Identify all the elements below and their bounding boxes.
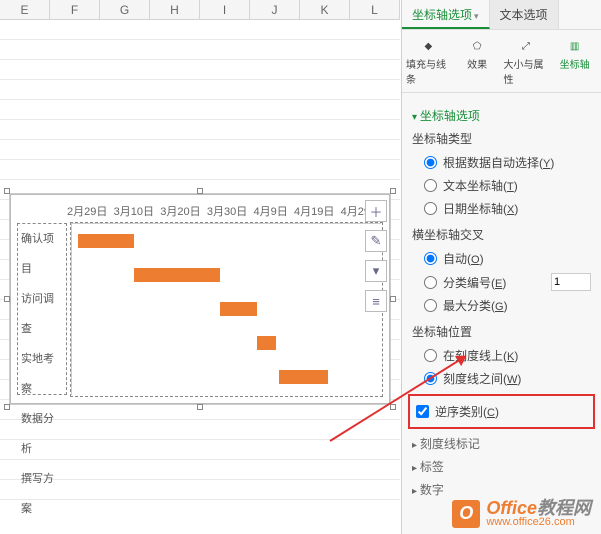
- fill-line-icon: ◆: [416, 36, 440, 56]
- opt-on-tick[interactable]: 在刻度线上(K): [412, 344, 591, 367]
- tab-label: 文本选项: [500, 8, 548, 22]
- col-header[interactable]: L: [350, 0, 400, 19]
- col-header[interactable]: E: [0, 0, 50, 19]
- spreadsheet-grid: E F G H I J K L 2月29日 3月10日 3月20日 3月30日 …: [0, 0, 400, 534]
- chart-bar[interactable]: [220, 302, 257, 316]
- section-labels[interactable]: 标签: [412, 458, 591, 475]
- chart-x-axis[interactable]: 2月29日 3月10日 3月20日 3月30日 4月9日 4月19日 4月29日: [67, 203, 381, 219]
- funnel-icon: ▾: [373, 263, 380, 279]
- group-cross: 横坐标轴交叉: [412, 226, 591, 243]
- tool-effects[interactable]: ⬠ 效果: [455, 36, 500, 86]
- effects-icon: ⬠: [465, 36, 489, 56]
- watermark: O Office教程网 www.office26.com: [452, 499, 591, 528]
- plus-icon: ＋: [369, 202, 382, 221]
- bars-icon: ≡: [372, 294, 380, 309]
- x-tick: 4月19日: [294, 203, 334, 219]
- logo-brand2: 教程网: [537, 498, 591, 518]
- chart-object[interactable]: 2月29日 3月10日 3月20日 3月30日 4月9日 4月19日 4月29日…: [10, 194, 390, 404]
- x-tick: 3月20日: [160, 203, 200, 219]
- opt-date-axis[interactable]: 日期坐标轴(X): [412, 197, 591, 220]
- col-header[interactable]: J: [250, 0, 300, 19]
- chart-styles-button[interactable]: ✎: [365, 230, 387, 252]
- opt-auto-type[interactable]: 根据数据自动选择(Y): [412, 151, 591, 174]
- chart-bar[interactable]: [78, 234, 134, 248]
- chart-side-buttons: ＋ ✎ ▾ ≡: [365, 200, 387, 312]
- col-header[interactable]: G: [100, 0, 150, 19]
- group-axis-type: 坐标轴类型: [412, 130, 591, 147]
- x-tick: 2月29日: [67, 203, 107, 219]
- brush-icon: ✎: [371, 233, 382, 249]
- column-headers: E F G H I J K L: [0, 0, 400, 20]
- logo-brand: Office: [486, 498, 537, 518]
- y-category: 数据分析: [18, 404, 66, 464]
- pane-toolbar: ◆ 填充与线条 ⬠ 效果 ⤢ 大小与属性 ▥ 坐标轴: [402, 30, 601, 93]
- chart-plot-area[interactable]: [71, 223, 381, 395]
- col-header[interactable]: I: [200, 0, 250, 19]
- opt-text-axis[interactable]: 文本坐标轴(T): [412, 174, 591, 197]
- y-category: 实地考察: [18, 344, 66, 404]
- x-tick: 3月10日: [114, 203, 154, 219]
- chart-bar[interactable]: [257, 336, 276, 350]
- chart-bar[interactable]: [279, 370, 328, 384]
- y-category: 撰写方案: [18, 464, 66, 524]
- tool-fill-line[interactable]: ◆ 填充与线条: [406, 36, 451, 86]
- chart-elements-button[interactable]: ＋: [365, 200, 387, 222]
- group-position: 坐标轴位置: [412, 323, 591, 340]
- logo-icon: O: [452, 500, 480, 528]
- x-tick: 4月9日: [254, 203, 288, 219]
- opt-reverse-categories[interactable]: 逆序类别(C): [416, 400, 587, 423]
- tab-axis-options[interactable]: 坐标轴选项▾: [402, 0, 490, 29]
- tool-label: 效果: [467, 56, 487, 71]
- opt-cross-auto[interactable]: 自动(O): [412, 247, 591, 270]
- logo-url: www.office26.com: [486, 517, 591, 528]
- opt-cross-category[interactable]: 分类编号(E): [412, 270, 591, 294]
- category-number-input[interactable]: [551, 273, 591, 291]
- format-axis-pane: 坐标轴选项▾ 文本选项 ◆ 填充与线条 ⬠ 效果 ⤢ 大小与属性 ▥ 坐标轴 坐…: [401, 0, 601, 534]
- x-tick: 3月30日: [207, 203, 247, 219]
- tool-size-props[interactable]: ⤢ 大小与属性: [504, 36, 549, 86]
- tool-label: 填充与线条: [406, 56, 451, 86]
- section-numbers[interactable]: 数字: [412, 481, 591, 498]
- chevron-down-icon: ▾: [474, 11, 479, 21]
- opt-cross-max[interactable]: 最大分类(G): [412, 294, 591, 317]
- chart-props-button[interactable]: ≡: [365, 290, 387, 312]
- col-header[interactable]: K: [300, 0, 350, 19]
- tool-label: 大小与属性: [504, 56, 549, 86]
- col-header[interactable]: F: [50, 0, 100, 19]
- pane-tabs: 坐标轴选项▾ 文本选项: [402, 0, 601, 30]
- tab-text-options[interactable]: 文本选项: [490, 0, 559, 29]
- tab-label: 坐标轴选项: [412, 8, 472, 22]
- y-category: 访问调查: [18, 284, 66, 344]
- y-category: 确认项目: [18, 224, 66, 284]
- chart-bar[interactable]: [134, 268, 221, 282]
- col-header[interactable]: H: [150, 0, 200, 19]
- chart-y-axis[interactable]: 确认项目 访问调查 实地考察 数据分析 撰写方案: [17, 223, 67, 395]
- pane-content: 坐标轴选项 坐标轴类型 根据数据自动选择(Y) 文本坐标轴(T) 日期坐标轴(X…: [402, 93, 601, 534]
- size-icon: ⤢: [514, 36, 538, 56]
- section-axis-options[interactable]: 坐标轴选项: [412, 107, 591, 124]
- tool-label: 坐标轴: [560, 56, 590, 71]
- chart-filter-button[interactable]: ▾: [365, 260, 387, 282]
- axis-icon: ▥: [563, 36, 587, 56]
- reverse-categories-highlight: 逆序类别(C): [408, 394, 595, 429]
- reverse-checkbox[interactable]: [416, 405, 429, 418]
- section-tick-marks[interactable]: 刻度线标记: [412, 435, 591, 452]
- tool-axis[interactable]: ▥ 坐标轴: [552, 36, 597, 86]
